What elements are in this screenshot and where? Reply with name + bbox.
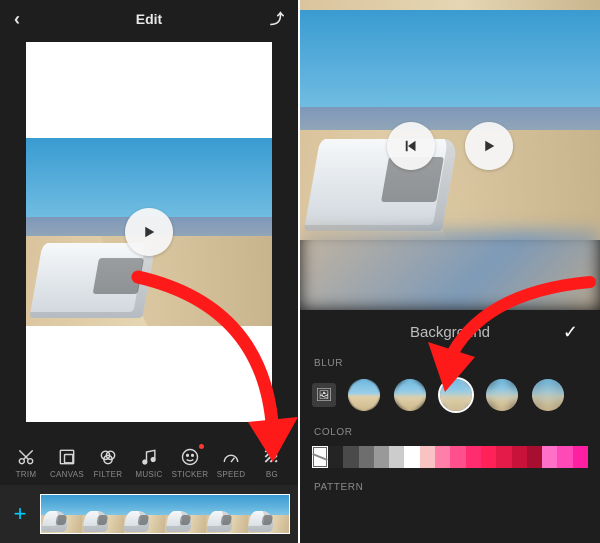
tool-label: STICKER xyxy=(172,470,209,479)
clip-strip[interactable]: 0:05.9 TOTAL 0:20.9 xyxy=(40,494,290,534)
color-swatch[interactable] xyxy=(481,446,496,468)
notification-dot xyxy=(199,444,204,449)
color-swatch[interactable] xyxy=(450,446,465,468)
color-swatch[interactable] xyxy=(343,446,358,468)
blur-option-5[interactable] xyxy=(530,377,566,413)
tool-sticker[interactable]: STICKER xyxy=(171,446,209,479)
tool-canvas[interactable]: CANVAS xyxy=(48,446,86,479)
section-label-blur: BLUR xyxy=(314,358,588,369)
tool-label: BG xyxy=(266,470,278,479)
preview-blur-bottom xyxy=(300,230,600,310)
color-swatch[interactable] xyxy=(420,446,435,468)
background-panel: Background ✓ BLUR 🖼 COLOR PATTERN xyxy=(300,310,600,543)
tool-label: FILTER xyxy=(94,470,123,479)
color-swatch[interactable] xyxy=(328,446,343,468)
letterbox-bottom xyxy=(26,326,272,422)
tool-trim[interactable]: TRIM xyxy=(7,446,45,479)
color-swatch[interactable] xyxy=(527,446,542,468)
add-clip-button[interactable]: + xyxy=(0,485,40,543)
preview-area[interactable] xyxy=(300,0,600,310)
confirm-button[interactable]: ✓ xyxy=(563,310,578,354)
tool-speed[interactable]: SPEED xyxy=(212,446,250,479)
section-label-pattern: PATTERN xyxy=(314,482,588,493)
color-none[interactable] xyxy=(312,446,328,468)
color-swatch[interactable] xyxy=(496,446,511,468)
color-swatch[interactable] xyxy=(359,446,374,468)
video-canvas[interactable] xyxy=(26,42,272,422)
blur-options: 🖼 xyxy=(312,377,588,413)
panel-title: Background xyxy=(410,324,490,341)
tool-filter[interactable]: FILTER xyxy=(89,446,127,479)
tool-label: MUSIC xyxy=(135,470,162,479)
section-label-color: COLOR xyxy=(314,427,588,438)
tool-row: TRIM CANVAS FILTER MUSIC STICKER xyxy=(0,439,298,485)
video-editor-screen: ‹ Edit ⤴ TRI xyxy=(0,0,298,543)
tool-music[interactable]: MUSIC xyxy=(130,446,168,479)
skip-back-icon xyxy=(402,137,420,155)
bg-icon xyxy=(261,446,283,468)
background-panel-screen: Background ✓ BLUR 🖼 COLOR PATTERN xyxy=(300,0,600,543)
panel-header: Background ✓ xyxy=(312,310,588,354)
video-frame xyxy=(26,138,272,326)
play-icon xyxy=(480,137,498,155)
letterbox-top xyxy=(26,42,272,138)
color-swatch[interactable] xyxy=(542,446,557,468)
timeline: + 0:05.9 TOTAL 0:20.9 xyxy=(0,485,298,543)
blur-option-1[interactable] xyxy=(346,377,382,413)
trim-icon xyxy=(15,446,37,468)
play-button[interactable] xyxy=(125,208,173,256)
tool-label: CANVAS xyxy=(50,470,84,479)
tool-label: SPEED xyxy=(217,470,246,479)
sticker-icon xyxy=(179,446,201,468)
prev-button[interactable] xyxy=(387,122,435,170)
color-swatch[interactable] xyxy=(404,446,419,468)
color-swatch[interactable] xyxy=(435,446,450,468)
color-swatch[interactable] xyxy=(374,446,389,468)
share-button[interactable]: ⤴ xyxy=(258,9,284,29)
filter-icon xyxy=(97,446,119,468)
blur-option-2[interactable] xyxy=(392,377,428,413)
color-swatches xyxy=(312,446,588,468)
page-title: Edit xyxy=(40,11,258,27)
topbar: ‹ Edit ⤴ xyxy=(0,0,298,38)
play-button[interactable] xyxy=(465,122,513,170)
color-swatch[interactable] xyxy=(466,446,481,468)
music-icon xyxy=(138,446,160,468)
back-button[interactable]: ‹ xyxy=(14,9,40,30)
play-icon xyxy=(140,223,158,241)
tool-label: TRIM xyxy=(16,470,37,479)
image-icon: 🖼 xyxy=(316,387,333,403)
color-swatch[interactable] xyxy=(573,446,588,468)
photo-library-button[interactable]: 🖼 xyxy=(312,383,336,407)
color-swatch[interactable] xyxy=(389,446,404,468)
canvas-icon xyxy=(56,446,78,468)
tool-bg[interactable]: BG xyxy=(253,446,291,479)
speed-icon xyxy=(220,446,242,468)
blur-option-3[interactable] xyxy=(438,377,474,413)
color-swatch[interactable] xyxy=(557,446,572,468)
color-swatch[interactable] xyxy=(512,446,527,468)
blur-option-4[interactable] xyxy=(484,377,520,413)
